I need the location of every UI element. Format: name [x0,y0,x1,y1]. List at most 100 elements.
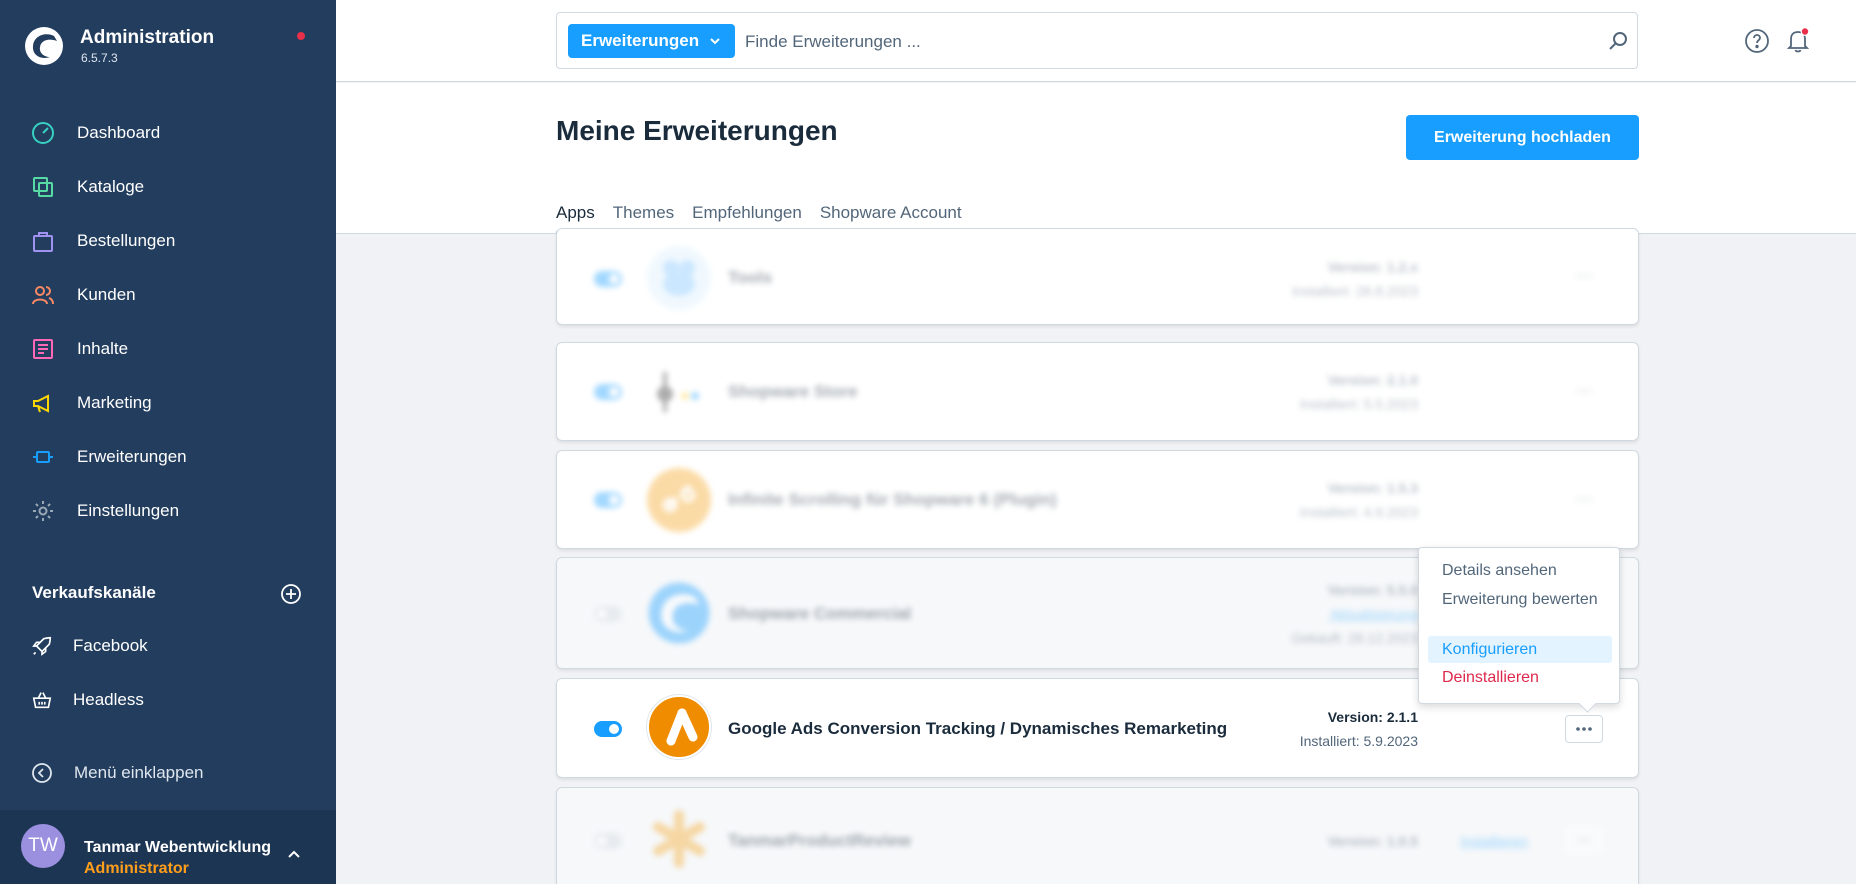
extension-logo [647,695,711,759]
app-version: 6.5.7.3 [81,51,118,65]
extension-name: TanmarProductReview [728,831,911,850]
sales-channels-title: Verkaufskanäle [32,583,156,602]
menu-item-details[interactable]: Details ansehen [1428,561,1612,581]
search-icon[interactable] [1607,30,1629,52]
extension-name: Google Ads Conversion Tracking / Dynamis… [728,719,1228,738]
sales-channel-label: Headless [73,690,144,709]
install-link[interactable]: Installieren [1460,833,1528,849]
extension-card: TanmarProductReview Version: 1.0.5 Insta… [556,787,1639,884]
settings-icon [30,498,56,524]
nav-label: Erweiterungen [77,447,187,466]
notifications-bell-icon[interactable] [1785,27,1811,55]
orders-icon [30,228,56,254]
sales-channel-facebook[interactable]: Facebook [30,631,148,661]
catalog-icon [30,174,56,200]
active-toggle[interactable] [594,721,622,737]
extension-logo [647,581,711,645]
sales-channel-label: Facebook [73,636,148,655]
nav-item-kataloge[interactable]: Kataloge [0,160,336,214]
upload-extension-button[interactable]: Erweiterung hochladen [1406,115,1639,160]
extension-logo [647,360,711,424]
extensions-icon [30,444,56,470]
extension-version: Version: 1.5.3 [1327,480,1418,496]
extension-name: Infinite Scrolling für Shopware 6 (Plugi… [728,490,1057,509]
extension-installed-date: Installiert: 5.5.2023 [1299,396,1418,412]
nav-item-erweiterungen[interactable]: Erweiterungen [0,430,336,484]
extension-version: Version: 1.0.5 [1327,833,1418,849]
extension-version: Version: 5.5.0 [1327,582,1418,598]
extension-installed-date: Installiert: 28.8.2023 [1291,283,1418,299]
page-header: Meine Erweiterungen Erweiterung hochlade… [336,83,1856,234]
more-actions-button[interactable]: ⋯ [1565,485,1603,513]
sidebar: Administration 6.5.7.3 Dashboard Katalog… [0,0,336,884]
nav-label: Kunden [77,285,136,304]
user-role: Administrator [84,860,189,877]
chevron-up-icon[interactable] [286,846,302,862]
content-icon [30,336,56,362]
active-toggle[interactable] [594,271,622,287]
menu-item-rate[interactable]: Erweiterung bewerten [1428,590,1612,610]
basket-icon [30,688,54,712]
extension-name: Shopware Commercial [728,604,912,623]
top-bar: Erweiterungen [336,0,1856,82]
search-type-select[interactable]: Erweiterungen [568,24,735,58]
extension-name: Shopware Store [728,382,858,401]
nav-item-einstellungen[interactable]: Einstellungen [0,484,336,538]
menu-item-configure[interactable]: Konfigurieren [1428,636,1612,663]
extension-purchase-date: Gekauft: 28.12.2023 [1291,630,1418,646]
active-toggle[interactable] [594,606,622,622]
page-title: Meine Erweiterungen [556,115,838,146]
nav-item-kunden[interactable]: Kunden [0,268,336,322]
more-actions-button[interactable]: ⋯ [1565,377,1603,405]
nav-label: Einstellungen [77,501,180,520]
search-input[interactable] [745,27,1565,57]
active-toggle[interactable] [594,833,622,849]
collapse-menu-button[interactable]: Menü einklappen [30,758,203,788]
sales-channel-headless[interactable]: Headless [30,685,144,715]
customers-icon [30,282,56,308]
active-toggle[interactable] [594,492,622,508]
nav-item-marketing[interactable]: Marketing [0,376,336,430]
help-icon[interactable] [1744,28,1770,54]
rocket-icon [30,634,54,658]
extension-installed-date: Installiert: 4.9.2023 [1299,504,1418,520]
nav-item-inhalte[interactable]: Inhalte [0,322,336,376]
nav-label: Inhalte [77,339,129,358]
user-name: Tanmar Webentwicklung [84,839,271,856]
nav-label: Bestellungen [77,231,176,250]
more-actions-button[interactable]: ⋯ [1565,262,1603,290]
nav-label: Marketing [77,393,152,412]
nav-label: Kataloge [77,177,145,196]
user-profile[interactable]: TW Tanmar Webentwicklung Administrator [0,810,336,884]
main-nav: Dashboard Kataloge Bestellungen Kunden I… [0,106,336,538]
extension-context-menu: Details ansehen Erweiterung bewerten Kon… [1418,547,1620,704]
shopware-logo[interactable] [24,26,64,66]
extension-version: Version: 2.1.0 [1327,372,1418,388]
more-actions-button[interactable] [1565,715,1603,743]
extension-version: Version: 1.2.x [1327,259,1418,275]
nav-item-bestellungen[interactable]: Bestellungen [0,214,336,268]
sidebar-header: Administration 6.5.7.3 [0,0,336,92]
update-link[interactable]: Aktualisierung [1330,606,1418,622]
search-type-label: Erweiterungen [581,31,700,50]
extension-version: Version: 2.1.1 [1327,709,1418,725]
more-actions-button[interactable]: ⋯ [1565,826,1603,854]
chevron-left-circle-icon [32,763,52,783]
active-toggle[interactable] [594,384,622,400]
nav-item-dashboard[interactable]: Dashboard [0,106,336,160]
nav-label: Dashboard [77,123,161,142]
avatar: TW [21,824,65,868]
extension-name: Tools [728,268,773,287]
menu-item-uninstall[interactable]: Deinstallieren [1428,668,1612,688]
extension-card: Shopware Store Version: 2.1.0 Installier… [556,342,1639,441]
collapse-menu-label: Menü einklappen [74,763,204,782]
marketing-icon [30,390,56,416]
global-search: Erweiterungen [556,12,1638,69]
extension-logo [647,468,711,532]
extension-logo [647,246,711,310]
extension-card: Infinite Scrolling für Shopware 6 (Plugi… [556,450,1639,549]
extension-installed-date: Installiert: 5.9.2023 [1299,733,1418,749]
app-title: Administration [80,27,215,48]
add-sales-channel-icon[interactable] [280,583,302,605]
dashboard-icon [30,120,56,146]
